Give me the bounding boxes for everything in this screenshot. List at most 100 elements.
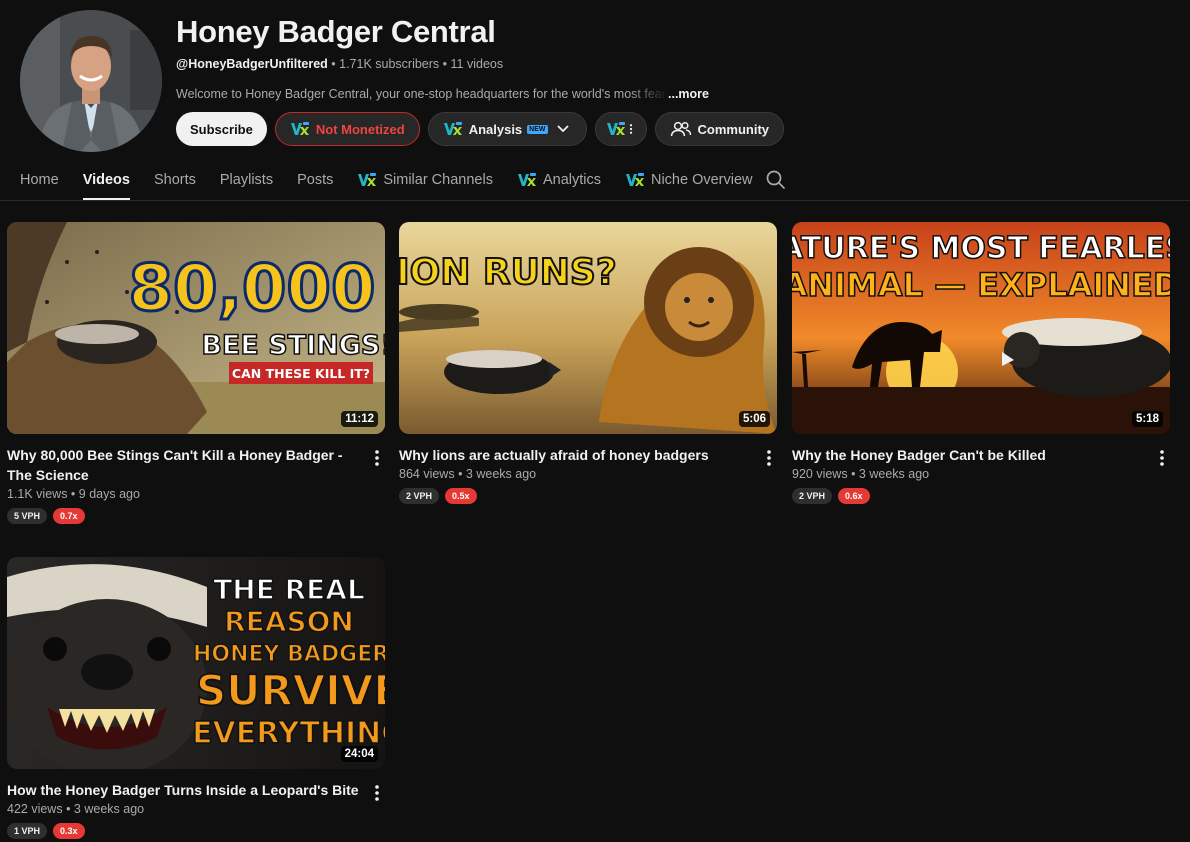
vidiq-icon (606, 121, 626, 137)
video-badges: 2 VPH 0.6x (792, 488, 1170, 504)
search-icon[interactable] (765, 169, 787, 191)
outlier-ratio-badge: 0.3x (53, 823, 85, 839)
vidiq-icon (625, 172, 645, 188)
tab-label: Similar Channels (383, 172, 493, 188)
analysis-button[interactable]: Analysis NEW (427, 112, 587, 146)
outlier-ratio-badge: 0.6x (838, 488, 870, 504)
video-duration: 5:18 (1131, 411, 1163, 427)
tab-label: Shorts (153, 172, 196, 188)
thumbnail-image: LION RUNS? (399, 222, 777, 434)
subscribe-label: Subscribe (190, 121, 253, 137)
tab-label: Videos (82, 172, 130, 188)
video-thumbnail[interactable]: NATURE'S MOST FEARLESS ANIMAL — EXPLAINE… (792, 222, 1170, 434)
video-title[interactable]: Why 80,000 Bee Stings Can't Kill a Honey… (7, 445, 363, 485)
more-vert-icon[interactable] (1154, 448, 1170, 468)
more-vert-icon[interactable] (761, 448, 777, 468)
video-title[interactable]: Why the Honey Badger Can't be Killed (792, 445, 1148, 465)
video-duration: 24:04 (340, 746, 378, 762)
view-count: 1.1K views (7, 487, 68, 501)
separator: • (62, 802, 74, 816)
vph-badge: 2 VPH (792, 488, 833, 504)
thumb-text: HONEY BADGERS (193, 642, 385, 667)
video-meta: 920 views • 3 weeks ago (792, 467, 1170, 481)
thumb-text: 80,000 (129, 252, 376, 326)
video-meta: 422 views • 3 weeks ago (7, 802, 385, 816)
tab-label: Analytics (542, 172, 601, 188)
video-count: 11 videos (450, 57, 504, 71)
separator: • (67, 487, 79, 501)
thumb-text: THE REAL (213, 573, 365, 606)
vph-badge: 2 VPH (399, 488, 440, 504)
video-card[interactable]: NATURE'S MOST FEARLESS ANIMAL — EXPLAINE… (792, 222, 1170, 504)
chevron-down-icon (556, 125, 569, 133)
channel-handle[interactable]: @HoneyBadgerUnfiltered (176, 57, 328, 71)
upload-age: 3 weeks ago (465, 467, 537, 481)
video-badges: 2 VPH 0.5x (399, 488, 777, 504)
vidiq-icon (517, 172, 537, 188)
thumbnail-image: 80,000 BEE STINGS! CAN THESE KILL IT? (7, 222, 385, 434)
vidiq-icon (443, 121, 463, 137)
more-link[interactable]: ...more (668, 87, 709, 101)
tab-niche-overview[interactable]: Niche Overview (625, 161, 753, 199)
tab-analytics[interactable]: Analytics (517, 161, 601, 199)
separator: • (847, 467, 859, 481)
tab-similar-channels[interactable]: Similar Channels (357, 161, 493, 199)
tab-shorts[interactable]: Shorts (154, 161, 196, 199)
video-thumbnail[interactable]: LION RUNS? 5:06 (399, 222, 777, 434)
tab-videos[interactable]: Videos (82, 161, 131, 200)
video-badges: 1 VPH 0.3x (7, 823, 385, 839)
tab-label: Playlists (219, 172, 274, 188)
video-thumbnail[interactable]: THE REAL REASON HONEY BADGERS SURVIVE EV… (7, 557, 385, 769)
subscribe-button[interactable]: Subscribe (176, 112, 267, 146)
video-title[interactable]: Why lions are actually afraid of honey b… (399, 445, 755, 465)
tab-home[interactable]: Home (20, 161, 59, 199)
separator: • (454, 467, 466, 481)
outlier-ratio-badge: 0.7x (53, 508, 85, 524)
more-vert-icon (626, 119, 636, 139)
community-button[interactable]: Community (654, 112, 785, 146)
community-label: Community (697, 121, 770, 137)
thumb-text: BEE STINGS! (201, 330, 385, 361)
upload-age: 3 weeks ago (73, 802, 145, 816)
tab-label: Niche Overview (650, 172, 753, 188)
channel-avatar[interactable] (20, 10, 162, 152)
description-text: Welcome to Honey Badger Central, your on… (176, 87, 668, 101)
thumb-text: CAN THESE KILL IT? (232, 366, 370, 381)
separator: • (327, 57, 340, 71)
view-count: 864 views (399, 467, 455, 481)
thumbnail-image: NATURE'S MOST FEARLESS ANIMAL — EXPLAINE… (792, 222, 1170, 434)
people-icon (670, 121, 691, 137)
new-badge: NEW (527, 124, 548, 134)
video-card[interactable]: LION RUNS? 5:06 Why lions are actually a… (399, 222, 777, 504)
thumb-text: REASON (224, 605, 354, 638)
channel-header: Honey Badger Central @HoneyBadgerUnfilte… (0, 0, 1190, 160)
tab-posts[interactable]: Posts (297, 161, 333, 199)
video-title[interactable]: How the Honey Badger Turns Inside a Leop… (7, 780, 363, 800)
channel-actions: Subscribe Not Monetized Analysis NEW Com… (176, 112, 785, 146)
tab-playlists[interactable]: Playlists (220, 161, 273, 199)
thumb-text: LION RUNS? (399, 252, 617, 293)
vidiq-menu-button[interactable] (594, 112, 647, 146)
more-vert-icon[interactable] (369, 448, 385, 468)
video-duration: 5:06 (738, 411, 770, 427)
video-meta: 1.1K views • 9 days ago (7, 487, 385, 501)
not-monetized-button[interactable]: Not Monetized (274, 112, 420, 146)
view-count: 920 views (792, 467, 848, 481)
tab-label: Posts (297, 172, 334, 188)
avatar-image (20, 10, 162, 152)
video-card[interactable]: THE REAL REASON HONEY BADGERS SURVIVE EV… (7, 557, 385, 839)
vph-badge: 5 VPH (7, 508, 48, 524)
more-vert-icon[interactable] (369, 783, 385, 803)
tabs-divider (0, 200, 1190, 201)
not-monetized-label: Not Monetized (315, 121, 405, 137)
video-duration: 11:12 (341, 411, 378, 427)
channel-meta: @HoneyBadgerUnfiltered • 1.71K subscribe… (176, 57, 503, 71)
upload-age: 3 weeks ago (858, 467, 930, 481)
analysis-label: Analysis (468, 121, 523, 137)
video-badges: 5 VPH 0.7x (7, 508, 385, 524)
view-count: 422 views (7, 802, 63, 816)
vph-badge: 1 VPH (7, 823, 48, 839)
channel-description[interactable]: Welcome to Honey Badger Central, your on… (176, 87, 721, 101)
video-thumbnail[interactable]: 80,000 BEE STINGS! CAN THESE KILL IT? 11… (7, 222, 385, 434)
video-card[interactable]: 80,000 BEE STINGS! CAN THESE KILL IT? 11… (7, 222, 385, 524)
